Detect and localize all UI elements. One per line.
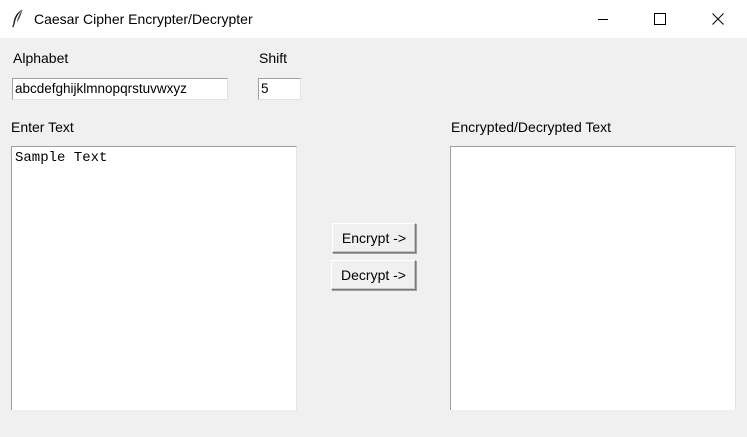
decrypt-button[interactable]: Decrypt -> <box>331 260 416 290</box>
close-icon <box>712 13 724 25</box>
feather-icon <box>10 8 26 28</box>
close-button[interactable] <box>689 0 747 38</box>
enter-text-label: Enter Text <box>11 119 74 135</box>
output-label: Encrypted/Decrypted Text <box>451 119 612 135</box>
output-textbox[interactable] <box>450 146 736 410</box>
window-title: Caesar Cipher Encrypter/Decrypter <box>34 11 253 27</box>
input-textbox[interactable]: Sample Text <box>11 146 297 410</box>
maximize-icon <box>654 13 666 25</box>
title-bar[interactable]: Caesar Cipher Encrypter/Decrypter <box>0 0 747 38</box>
minimize-button[interactable] <box>574 0 632 38</box>
shift-input[interactable]: 5 <box>258 78 301 100</box>
alphabet-input[interactable]: abcdefghijklmnopqrstuvwxyz <box>12 78 228 100</box>
shift-label: Shift <box>259 50 288 66</box>
maximize-button[interactable] <box>631 0 689 38</box>
minimize-icon <box>597 13 609 25</box>
encrypt-button[interactable]: Encrypt -> <box>332 223 416 253</box>
app-window: Caesar Cipher Encrypter/Decrypter Alphab… <box>0 0 747 437</box>
alphabet-label: Alphabet <box>13 50 69 66</box>
